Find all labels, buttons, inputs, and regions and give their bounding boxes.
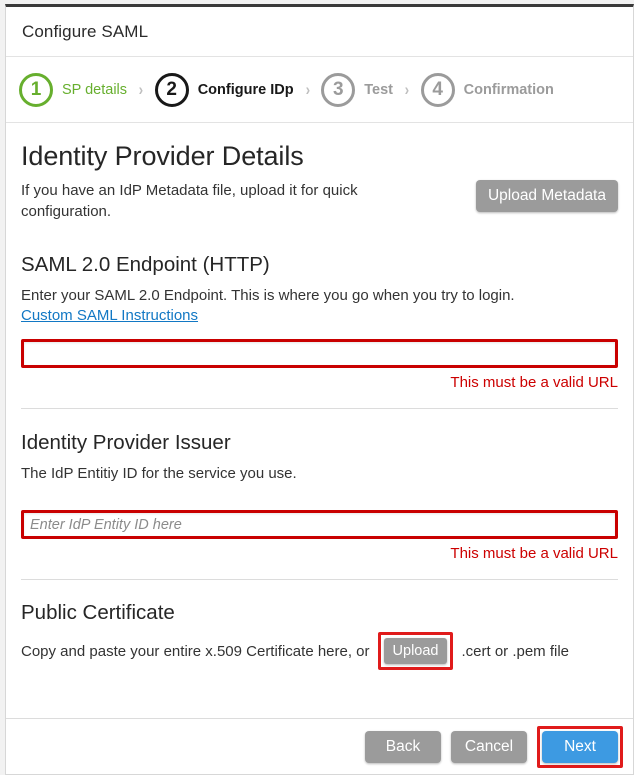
wizard-footer: Back Cancel Next — [6, 718, 633, 774]
upload-certificate-highlight: Upload — [377, 632, 454, 671]
chevron-right-icon-2: › — [305, 80, 310, 99]
chevron-right-icon-1: › — [138, 80, 144, 99]
custom-saml-instructions-link[interactable]: Custom SAML Instructions — [21, 307, 198, 324]
idp-issuer-error: This must be a valid URL — [450, 545, 618, 563]
metadata-intro-text: If you have an IdP Metadata file, upload… — [21, 182, 358, 221]
window-titlebar: Configure SAML — [6, 7, 633, 57]
step-2-configure-idp[interactable]: 2 Configure IDp — [154, 72, 294, 107]
configure-saml-window: Configure SAML 1 SP details › 2 Configur… — [5, 4, 634, 775]
upload-metadata-button[interactable]: Upload Metadata — [475, 180, 618, 212]
saml-endpoint-error: This must be a valid URL — [450, 373, 618, 391]
saml-endpoint-description: Enter your SAML 2.0 Endpoint. This is wh… — [21, 286, 515, 304]
upload-certificate-button[interactable]: Upload — [383, 638, 448, 665]
step-3-number: 3 — [321, 72, 356, 107]
public-certificate-row: Copy and paste your entire x.509 Certifi… — [21, 632, 618, 671]
step-1-sp-details[interactable]: 1 SP details — [19, 72, 128, 107]
step-2-label: Configure IDp — [197, 81, 294, 98]
step-4-number: 4 — [420, 72, 455, 107]
step-3-label: Test — [364, 81, 393, 98]
wizard-stepper: 1 SP details › 2 Configure IDp › 3 Test … — [6, 57, 633, 123]
next-button[interactable]: Next — [542, 730, 618, 763]
screenshot-root: Configure SAML 1 SP details › 2 Configur… — [0, 0, 634, 775]
idp-issuer-heading: Identity Provider Issuer — [21, 430, 231, 454]
back-button[interactable]: Back — [365, 730, 441, 763]
idp-issuer-section: Identity Provider Issuer The IdP Entitiy… — [21, 431, 618, 562]
step-1-label: SP details — [62, 81, 128, 98]
divider-2 — [21, 579, 618, 581]
next-button-highlight: Next — [537, 725, 623, 768]
page-title: Identity Provider Details — [21, 141, 304, 171]
public-certificate-heading: Public Certificate — [21, 601, 175, 625]
step-3-test[interactable]: 3 Test — [321, 72, 393, 107]
idp-issuer-input[interactable] — [21, 510, 618, 540]
chevron-right-icon-3: › — [404, 80, 410, 99]
metadata-upload-row: If you have an IdP Metadata file, upload… — [21, 172, 618, 223]
saml-endpoint-section: SAML 2.0 Endpoint (HTTP) Enter your SAML… — [21, 253, 618, 391]
saml-endpoint-heading: SAML 2.0 Endpoint (HTTP) — [21, 252, 270, 276]
step-4-label: Confirmation — [463, 81, 554, 98]
saml-endpoint-input[interactable] — [21, 338, 618, 368]
step-1-number: 1 — [19, 72, 53, 107]
main-content: Identity Provider Details If you have an… — [6, 141, 633, 671]
idp-issuer-description: The IdP Entitiy ID for the service you u… — [21, 464, 297, 482]
cancel-button[interactable]: Cancel — [451, 730, 527, 763]
step-2-number: 2 — [154, 72, 189, 107]
step-4-confirmation[interactable]: 4 Confirmation — [420, 72, 554, 107]
window-title: Configure SAML — [22, 21, 149, 41]
divider-1 — [21, 407, 618, 409]
public-certificate-section: Public Certificate Copy and paste your e… — [21, 601, 618, 671]
public-certificate-text-before: Copy and paste your entire x.509 Certifi… — [21, 642, 370, 660]
public-certificate-text-after: .cert or .pem file — [461, 642, 570, 660]
